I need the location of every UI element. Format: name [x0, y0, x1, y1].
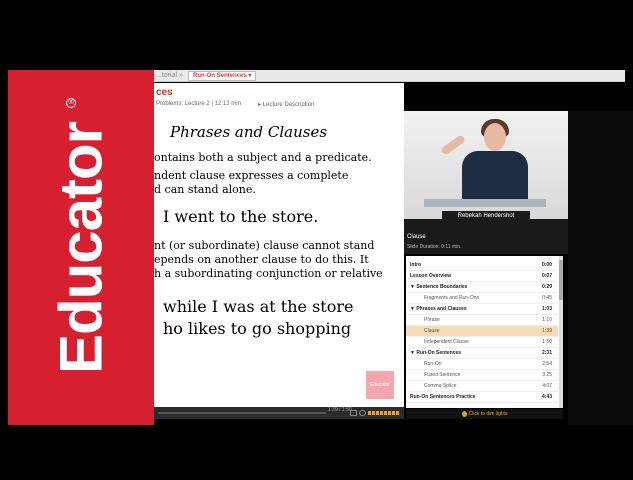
playlist-item-label: Independent Clause — [424, 339, 469, 345]
slide-text: d can stand alone. — [154, 183, 256, 196]
slide-example: I went to the store. — [163, 207, 319, 226]
player-controls: 1:39 / 1:50 — [154, 407, 404, 419]
dim-lights-label: Click to dim lights — [468, 411, 508, 417]
slide-example: ho likes to go shopping — [163, 319, 352, 338]
playlist-item-label: Fragments and Run-Ons — [424, 295, 480, 301]
playlist-item[interactable]: Phrase 1:10 — [406, 315, 558, 326]
playlist-item-label: Fused Sentence — [424, 372, 461, 378]
brand-logo: Educator — [47, 121, 115, 375]
educator-banner: Educator ® — [8, 70, 154, 425]
instructor-body — [462, 151, 528, 203]
right-panel — [568, 111, 633, 425]
playlist-item-label: ▼ Run-On Sentences — [410, 350, 462, 356]
caption-duration: Slide Duration: 0:11 min. — [407, 244, 462, 250]
lecture-slide: Phrases and Clauses ontains both a subje… — [154, 111, 404, 407]
slide-title: Phrases and Clauses — [170, 123, 328, 141]
slide-text: ontains both a subject and a predicate. — [154, 151, 372, 164]
playlist-item-time: 4:43 — [541, 394, 552, 400]
playlist-item-time: 1:50 — [542, 339, 552, 345]
playlist-item[interactable]: ▼ Sentence Boundaries 0:29 — [406, 282, 558, 293]
registered-mark: ® — [66, 98, 76, 108]
playlist-item-label: Lesson Overview — [410, 273, 452, 279]
playlist-item[interactable]: ▼ Phrases and Clauses 1:03 — [406, 304, 558, 315]
playlist-item-label: Run-On Sentences Practice — [410, 394, 476, 400]
playlist-item-label: Clause — [424, 328, 440, 334]
lesson-select[interactable]: Run-On Sentences ▾ — [188, 71, 257, 81]
playlist-item[interactable]: Clause 1:39 — [406, 326, 558, 337]
slide-text: ndent clause expresses a complete — [154, 169, 349, 182]
playlist-item[interactable]: Run-On Sentences Practice 4:43 — [406, 392, 558, 403]
playlist-item[interactable]: Comma Splice 4:07 — [406, 381, 558, 392]
playlist-item-time: 4:07 — [542, 383, 552, 389]
fullscreen-icon[interactable] — [350, 410, 357, 416]
playlist-item-label: Run-On — [424, 361, 442, 367]
lecture-description-link[interactable]: ▸ Lecture Description — [258, 101, 314, 108]
playlist-item-label: Comma Splice — [424, 383, 457, 389]
playlist-item-label: ▼ Sentence Boundaries — [410, 284, 468, 290]
playlist-item-time: 0:00 — [541, 262, 552, 268]
instructor-video[interactable]: Rebekah Hendershot Clause Slide Duration… — [404, 111, 568, 254]
dim-lights-button[interactable]: Click to dim lights — [406, 409, 563, 419]
progress-track[interactable] — [158, 412, 326, 414]
playlist-scrollbar[interactable] — [559, 256, 563, 408]
breadcrumb[interactable]: ...torial » — [156, 72, 183, 79]
playlist-item[interactable]: Intro 0:00 — [406, 260, 558, 271]
playlist-item-time: 2:54 — [542, 361, 552, 367]
playlist-item[interactable]: Lesson Overview 0:07 — [406, 271, 558, 282]
time-readout: 1:39 / 1:50 — [328, 407, 352, 413]
playlist-item-time: 1:03 — [541, 306, 552, 312]
caption-title: Clause — [407, 234, 426, 240]
playlist-item[interactable]: ▼ Run-On Sentences 2:31 — [406, 348, 558, 359]
top-bar: ...torial » Run-On Sentences ▾ — [154, 70, 625, 82]
slide-logo: Educator — [366, 371, 394, 399]
video-frame: ...torial » Run-On Sentences ▾ ces Probl… — [0, 70, 633, 425]
playlist-item[interactable]: Fragments and Run-Ons 0:45 — [406, 293, 558, 304]
playlist-item-time: 1:39 — [542, 328, 552, 334]
lightbulb-icon — [461, 410, 467, 417]
slide-text: nt (or subordinate) clause cannot stand — [154, 239, 375, 252]
playlist-item-time: 2:31 — [541, 350, 552, 356]
playlist-item[interactable]: Run-On 2:54 — [406, 359, 558, 370]
playlist-item-label: Phrase — [424, 317, 440, 323]
playlist-item[interactable]: Fused Sentence 3:25 — [406, 370, 558, 381]
playlist-item-time: 0:45 — [542, 295, 552, 301]
playlist-item-time: 0:29 — [541, 284, 552, 290]
slide-example: while I was at the store — [163, 297, 354, 316]
video-caption: Clause Slide Duration: 0:11 min. — [404, 219, 568, 254]
volume-slider[interactable] — [368, 411, 400, 415]
desk — [424, 199, 546, 207]
playlist-item-label: Intro — [410, 262, 422, 268]
lesson-playlist: Intro 0:00 Lesson Overview 0:07 ▼ Sentence B… — [406, 256, 563, 408]
slide-text: h a subordinating conjunction or relativ… — [154, 267, 383, 280]
slide-text: epends on another clause to do this. It — [154, 253, 369, 266]
lesson-title: ces — [156, 87, 173, 98]
playlist-item-time: 1:10 — [542, 317, 552, 323]
lesson-meta: Problems: Lecture 2 | 12:13 min — [156, 101, 241, 107]
speaker-icon[interactable] — [359, 410, 366, 416]
playlist-item[interactable]: Independent Clause 1:50 — [406, 337, 558, 348]
playlist-item-time: 3:25 — [542, 372, 552, 378]
instructor-head — [484, 123, 506, 151]
playlist-item-time: 0:07 — [541, 273, 552, 279]
scrollbar-thumb[interactable] — [559, 260, 563, 300]
playlist-item-label: ▼ Phrases and Clauses — [410, 306, 467, 312]
lesson-header: ces Problems: Lecture 2 | 12:13 min ▸ Le… — [154, 83, 404, 111]
